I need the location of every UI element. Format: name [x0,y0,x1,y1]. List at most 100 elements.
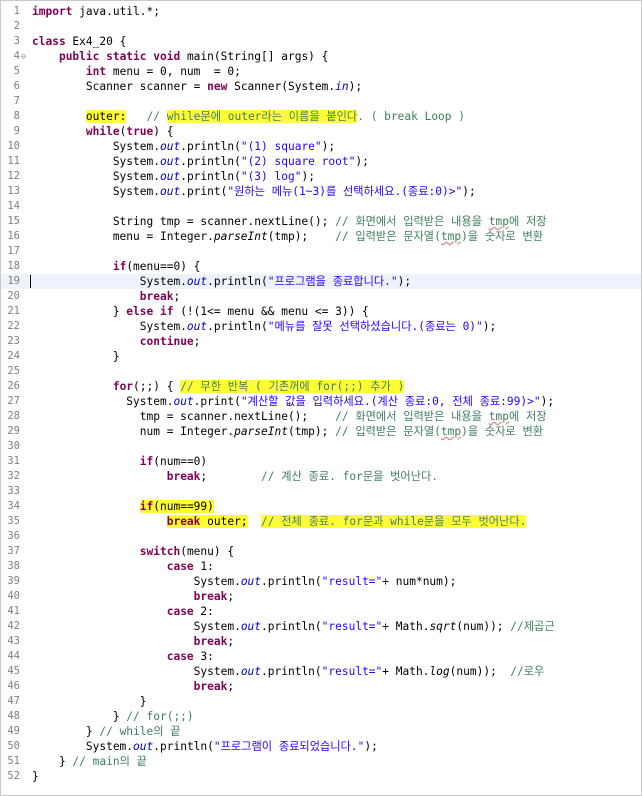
code-line[interactable]: 16 menu = Integer.parseInt(tmp); // 입력받은… [1,229,641,244]
code-token: .println( [207,275,268,288]
code-line[interactable]: 51 } // main의 끝 [1,754,641,769]
code-line[interactable]: 27 System.out.print("계산할 값을 입력하세요.(계산 종료… [1,394,641,409]
code-line[interactable]: 25 [1,364,641,379]
code-line[interactable]: 5 int menu = 0, num = 0; [1,64,641,79]
code-line[interactable]: 4 ⊖ public static void main(String[] args… [1,49,641,64]
code-token: main(String[] args) { [180,50,329,63]
code-line[interactable]: 52} [1,769,641,784]
code-line[interactable]: 21 } else if (!(1<= menu && menu <= 3)) … [1,304,641,319]
code-token: ); [348,80,363,93]
code-line[interactable]: 42 System.out.println("result="+ Math.sq… [1,619,641,634]
code-line[interactable]: 41 case 2: [1,604,641,619]
line-number: 45 [7,665,20,677]
code-line[interactable]: 2 [1,19,641,34]
line-number: 22 [7,320,20,332]
code-token: out [159,185,181,198]
code-token: (menu) { [180,545,235,558]
code-line[interactable]: 15 String tmp = scanner.nextLine(); // 화… [1,214,641,229]
code-token: java.util.*; [72,5,160,18]
code-line[interactable]: 24 } [1,349,641,364]
code-line[interactable]: 40 break; [1,589,641,604]
code-line[interactable]: 47 } [1,694,641,709]
code-line[interactable]: 6 Scanner scanner = new Scanner(System.i… [1,79,641,94]
line-number: 9 [13,125,20,137]
code-line[interactable]: 45 System.out.println("result="+ Math.lo… [1,664,641,679]
code-token: "메뉴를 잘못 선택하셨습니다.(종료는 0)" [267,320,483,333]
code-line[interactable]: 28 tmp = scanner.nextLine(); // 화면에서 입력받… [1,409,641,424]
code-line[interactable]: 26 for(;;) { // 무한 반복 ( 기존꺼에 for(;;) 추가 … [1,379,641,394]
code-text: System.out.println("result="+ Math.log(n… [32,664,545,679]
code-line[interactable]: 39 System.out.println("result="+ num*num… [1,574,641,589]
line-number: 7 [13,95,20,107]
code-line[interactable]: 34 if(num==99) [1,499,641,514]
code-line[interactable]: 18 if(menu==0) { [1,259,641,274]
code-token: "프로그램을 종료합니다." [267,275,398,288]
code-token: . ( break Loop ) [357,110,466,123]
code-line[interactable]: 30 [1,439,641,454]
code-token: else if [126,305,174,318]
code-line[interactable]: 50 System.out.println("프로그램이 종료되었습니다."); [1,739,641,754]
code-editor[interactable]: 1 import java.util.*; 2 3 class Ex4_20 {4 ⊖ p… [0,0,642,796]
code-text: System.out.println("(3) log"); [32,169,315,184]
line-number: 17 [7,245,20,257]
code-line[interactable]: 7 [1,94,641,109]
fold-toggle-icon[interactable]: ⊖ [21,53,26,61]
code-token: .println( [153,740,214,753]
code-token: new [207,80,228,93]
code-line[interactable]: 37 switch(menu) { [1,544,641,559]
code-line[interactable]: 3 class Ex4_20 { [1,34,641,49]
code-token: + Math. [382,665,430,678]
code-line[interactable]: 23 continue; [1,334,641,349]
code-line[interactable]: 9 while(true) { [1,124,641,139]
code-line[interactable]: 46 break; [1,679,641,694]
code-line[interactable]: 36 [1,529,641,544]
code-line[interactable]: 22 System.out.println("메뉴를 잘못 선택하셨습니다.(종… [1,319,641,334]
code-line[interactable]: 8 outer: // while문에 outer라는 이름을 붙인다. ( b… [1,109,641,124]
code-line[interactable]: 33 [1,484,641,499]
code-text: System.out.println("프로그램을 종료합니다."); [32,274,411,289]
code-line[interactable]: 48 } // for(;;) [1,709,641,724]
code-token: (tmp); [267,230,336,243]
code-token: (num==0) [153,455,208,468]
code-line[interactable]: 49 } // while의 끝 [1,724,641,739]
code-token: out [173,395,194,408]
code-line[interactable]: 29 num = Integer.parseInt(tmp); // 입력받은 … [1,424,641,439]
code-line[interactable]: 38 case 1: [1,559,641,574]
code-token: System. [32,395,174,408]
code-token: for [112,380,134,393]
code-line[interactable]: 13 System.out.print("원하는 메뉴(1~3)를 선택하세요.… [1,184,641,199]
code-token: + num*num); [382,575,457,588]
code-token: } [32,770,39,783]
code-line[interactable]: 12 System.out.println("(3) log"); [1,169,641,184]
code-line[interactable]: 10 System.out.println("(1) square"); [1,139,641,154]
line-number: 47 [7,695,20,707]
code-line[interactable]: 35 break outer; // 전체 종료. for문과 while문을 … [1,514,641,529]
code-line[interactable]: 44 case 3: [1,649,641,664]
code-text: break; [32,679,234,694]
code-line[interactable]: 19 System.out.println("프로그램을 종료합니다."); [1,274,641,289]
code-token: parseInt [213,230,268,243]
code-token: case [166,560,194,573]
code-token: log [429,665,450,678]
line-number: 39 [7,575,20,587]
code-token: tmp = scanner.nextLine(); [32,410,336,423]
code-token: ; [200,470,262,483]
line-number: 24 [7,350,20,362]
code-line[interactable]: 17 [1,244,641,259]
code-line[interactable]: 1 import java.util.*; [1,4,641,19]
code-line[interactable]: 31 if(num==0) [1,454,641,469]
line-number: 2 [13,20,20,32]
code-line[interactable]: 20 break; [1,289,641,304]
code-line[interactable]: 11 System.out.println("(2) square root")… [1,154,641,169]
code-line[interactable]: 43 break; [1,634,641,649]
line-number: 23 [7,335,20,347]
code-token: (tmp); [287,425,336,438]
line-number: 8 [13,110,20,122]
code-line[interactable]: 32 break; // 계산 종료. for문을 벗어난다. [1,469,641,484]
code-token: ); [321,140,336,153]
code-text: switch(menu) { [32,544,234,559]
code-token: (num)); [449,665,511,678]
code-line[interactable]: 14 [1,199,641,214]
